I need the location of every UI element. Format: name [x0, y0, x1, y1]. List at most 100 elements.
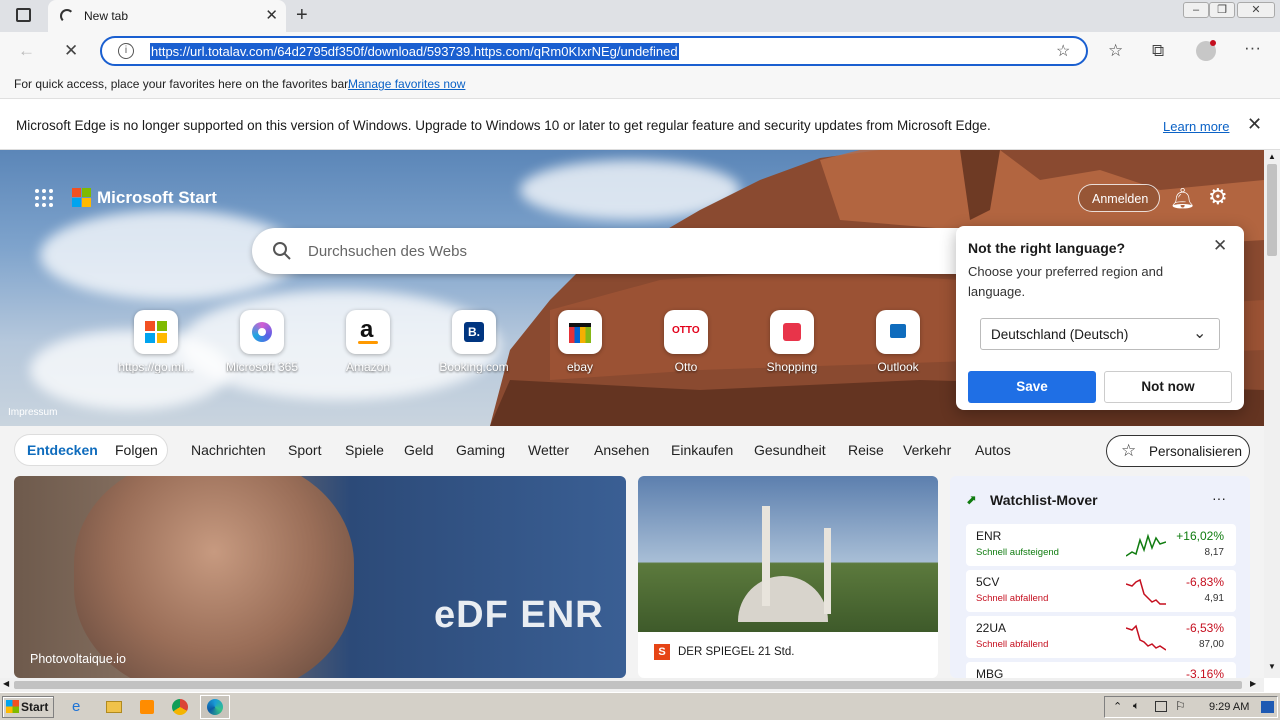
- chrome-icon[interactable]: [172, 699, 188, 715]
- tile-microsoft-365[interactable]: Microsoft 365: [209, 310, 315, 380]
- collections-icon[interactable]: ⧉: [1152, 41, 1164, 61]
- sparkline: [1126, 578, 1166, 605]
- more-options-icon[interactable]: ···: [1212, 490, 1226, 506]
- back-icon[interactable]: ←: [18, 41, 35, 61]
- start-button[interactable]: Start: [2, 696, 54, 718]
- watchlist-row[interactable]: ENR Schnell aufsteigend +16,02% 8,17: [966, 524, 1236, 566]
- scroll-thumb[interactable]: [1267, 164, 1277, 256]
- flag-icon[interactable]: ⚐: [1175, 699, 1186, 713]
- tile-label: Booking.com: [439, 360, 509, 374]
- horizontal-scrollbar[interactable]: ◀ ▶: [0, 678, 1264, 692]
- media-player-icon[interactable]: [140, 700, 154, 714]
- tab-title: New tab: [84, 9, 129, 23]
- nav-item-geld[interactable]: Geld: [404, 442, 434, 458]
- tile-ebay[interactable]: ebay: [527, 310, 633, 380]
- save-button[interactable]: Save: [968, 371, 1096, 403]
- otto-icon: OTTO: [664, 310, 708, 354]
- tab-folgen[interactable]: Folgen: [115, 442, 158, 458]
- add-favorite-icon[interactable]: ☆: [1056, 41, 1070, 61]
- volume-icon[interactable]: 🔈︎: [1133, 700, 1140, 713]
- nav-item-sport[interactable]: Sport: [288, 442, 321, 458]
- nav-item-spiele[interactable]: Spiele: [345, 442, 384, 458]
- favorites-icon[interactable]: ☆: [1108, 41, 1123, 61]
- personalize-button[interactable]: ☆ Personalisieren: [1106, 435, 1250, 467]
- infobar-close-icon[interactable]: ✕: [1247, 114, 1262, 135]
- tile-otto[interactable]: OTTO Otto: [633, 310, 739, 380]
- tile-shopping[interactable]: Shopping: [739, 310, 845, 380]
- nav-item-wetter[interactable]: Wetter: [528, 442, 569, 458]
- nav-item-autos[interactable]: Autos: [975, 442, 1011, 458]
- nav-item-gesundheit[interactable]: Gesundheit: [754, 442, 826, 458]
- nav-item-reise[interactable]: Reise: [848, 442, 884, 458]
- url-text[interactable]: https://url.totalav.com/64d2795df350f/do…: [150, 43, 679, 60]
- tile-outlook[interactable]: Outlook: [845, 310, 951, 380]
- region-language-value: Deutschland (Deutsch): [991, 327, 1129, 342]
- stock-status: Schnell aufsteigend: [976, 547, 1059, 558]
- favorites-bar: For quick access, place your favorites h…: [0, 70, 1280, 98]
- tray-arrow-icon[interactable]: ⌃: [1113, 700, 1122, 713]
- chevron-down-icon: ⌄: [1193, 325, 1207, 342]
- close-window-button[interactable]: ✕: [1237, 2, 1275, 18]
- nav-item-verkehr[interactable]: Verkehr: [903, 442, 951, 458]
- scroll-thumb[interactable]: [14, 681, 1242, 689]
- card-image-face: [74, 476, 354, 678]
- site-info-icon[interactable]: i: [118, 43, 134, 59]
- nav-item-ansehen[interactable]: Ansehen: [594, 442, 649, 458]
- restore-button[interactable]: ❐: [1209, 2, 1235, 18]
- region-language-select[interactable]: Deutschland (Deutsch) ⌄: [980, 318, 1220, 350]
- new-tab-icon[interactable]: +: [296, 4, 308, 27]
- scroll-up-icon[interactable]: ▲: [1268, 152, 1276, 161]
- folder-icon[interactable]: [106, 701, 122, 713]
- profile-badge: [1210, 40, 1216, 46]
- nav-item-gaming[interactable]: Gaming: [456, 442, 505, 458]
- news-card-spiegel[interactable]: S DER SPIEGEL · 21 Std.: [638, 476, 938, 678]
- nav-item-einkaufen[interactable]: Einkaufen: [671, 442, 733, 458]
- network-icon[interactable]: [1155, 701, 1167, 712]
- popup-close-icon[interactable]: ✕: [1213, 236, 1227, 256]
- scroll-right-icon[interactable]: ▶: [1250, 679, 1256, 688]
- stock-value: 8,17: [1204, 547, 1224, 558]
- impressum-link[interactable]: Impressum: [8, 407, 57, 418]
- stock-change: -6,53%: [1185, 621, 1224, 635]
- signin-label: Anmelden: [1092, 192, 1149, 206]
- settings-more-icon[interactable]: ···: [1244, 38, 1261, 58]
- not-now-button[interactable]: Not now: [1104, 371, 1232, 403]
- tab-new-tab[interactable]: New tab ✕: [48, 0, 286, 32]
- favorites-bar-message: For quick access, place your favorites h…: [14, 77, 351, 91]
- signin-button[interactable]: Anmelden: [1078, 184, 1160, 212]
- address-bar[interactable]: i https://url.totalav.com/64d2795df350f/…: [100, 36, 1088, 66]
- vertical-scrollbar[interactable]: ▲ ▼: [1264, 150, 1280, 678]
- tab-entdecken[interactable]: Entdecken: [27, 442, 98, 458]
- web-search-box[interactable]: Durchsuchen des Webs: [252, 228, 1032, 274]
- apps-grid-icon[interactable]: [34, 188, 54, 208]
- manage-favorites-link[interactable]: Manage favorites now: [348, 77, 465, 91]
- brand-title[interactable]: Microsoft Start: [97, 188, 217, 208]
- tab-close-icon[interactable]: ✕: [265, 6, 278, 24]
- tile-label: Microsoft 365: [225, 360, 299, 374]
- watchlist-row[interactable]: 22UA Schnell abfallend -6,53% 87,00: [966, 616, 1236, 658]
- nav-item-nachrichten[interactable]: Nachrichten: [191, 442, 266, 458]
- tile-amazon[interactable]: a Amazon: [315, 310, 421, 380]
- notification-icon[interactable]: [1261, 701, 1274, 713]
- news-source: DER SPIEGEL: [678, 646, 755, 658]
- watchlist-title[interactable]: Watchlist-Mover: [990, 492, 1098, 508]
- scroll-down-icon[interactable]: ▼: [1268, 662, 1276, 671]
- stop-loading-icon[interactable]: ✕: [64, 41, 78, 61]
- hero-news-card[interactable]: eDF ENR Photovoltaique.io: [14, 476, 626, 678]
- scroll-left-icon[interactable]: ◀: [3, 679, 9, 688]
- tile-label: Shopping: [766, 360, 818, 374]
- learn-more-link[interactable]: Learn more: [1163, 119, 1229, 134]
- stock-symbol: ENR: [976, 529, 1002, 543]
- microsoft-365-icon: [240, 310, 284, 354]
- watchlist-row[interactable]: 5CV Schnell abfallend -6,83% 4,91: [966, 570, 1236, 612]
- stock-value: 87,00: [1198, 639, 1224, 650]
- watchlist-row[interactable]: MBG -3,16%: [966, 662, 1236, 678]
- tile-microsoft[interactable]: https://go.mi...: [103, 310, 209, 380]
- search-input[interactable]: Durchsuchen des Webs: [308, 243, 467, 260]
- minimize-button[interactable]: –: [1183, 2, 1209, 18]
- ie-icon[interactable]: e: [72, 698, 80, 715]
- tab-actions-icon[interactable]: [16, 8, 31, 22]
- tile-booking[interactable]: B. Booking.com: [421, 310, 527, 380]
- page-settings-gear-icon[interactable]: ⚙: [1208, 184, 1228, 210]
- notifications-bell-icon[interactable]: 🔔︎: [1170, 186, 1195, 211]
